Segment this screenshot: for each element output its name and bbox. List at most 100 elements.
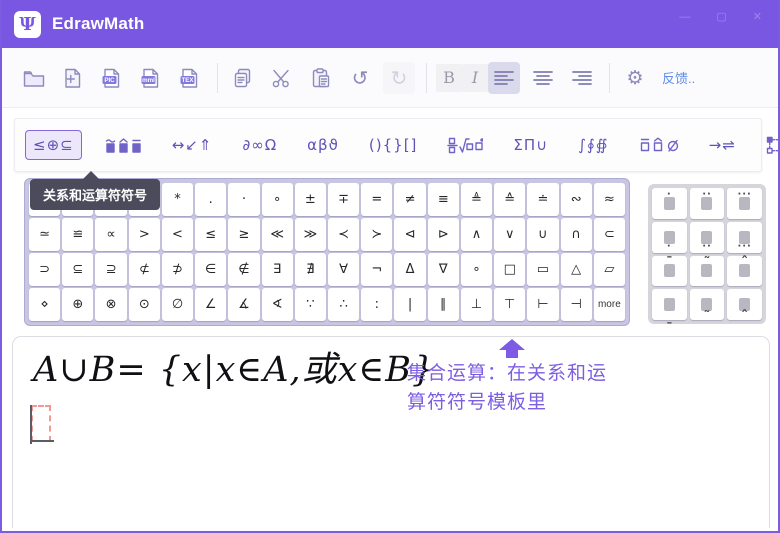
equation-canvas[interactable]: A∪B= {x|x∈A,或x∈B} 集合运算：在关系和运 算符符号模板里 xyxy=(12,336,770,528)
copy-button[interactable] xyxy=(227,62,259,94)
symbol-cell[interactable]: ▭ xyxy=(527,253,558,286)
symbol-cell[interactable]: ∪ xyxy=(527,218,558,251)
dot-above-template[interactable]: · xyxy=(652,188,687,219)
close-icon[interactable]: ✕ xyxy=(753,12,762,23)
triple-dot-below-template[interactable]: ··· xyxy=(727,222,762,253)
maximize-icon[interactable]: ▢ xyxy=(716,12,726,23)
export-pic-button[interactable]: PIC xyxy=(96,62,128,94)
symbol-cell[interactable]: ▱ xyxy=(594,253,625,286)
symbol-cell[interactable]: △ xyxy=(561,253,592,286)
symbol-cell[interactable]: ∥ xyxy=(428,288,459,321)
italic-button[interactable]: I xyxy=(462,64,488,92)
symbol-cell[interactable]: ≫ xyxy=(295,218,326,251)
tab-relations-operators[interactable]: ≤⊕⊆ xyxy=(25,130,82,160)
symbol-cell[interactable]: ⊅ xyxy=(162,253,193,286)
tab-matrix[interactable] xyxy=(758,130,780,161)
bold-button[interactable]: B xyxy=(436,64,462,92)
symbol-cell[interactable]: ⊤ xyxy=(494,288,525,321)
symbol-cell[interactable]: · xyxy=(228,183,259,216)
export-tex-button[interactable]: TEX xyxy=(174,62,206,94)
align-left-button[interactable] xyxy=(488,62,520,94)
symbol-cell[interactable]: ⊇ xyxy=(95,253,126,286)
symbol-cell[interactable]: ± xyxy=(295,183,326,216)
symbol-cell[interactable]: ¬ xyxy=(361,253,392,286)
tab-big-operators[interactable]: ΣΠ∪ xyxy=(505,130,556,160)
dot-below-template[interactable]: · xyxy=(652,222,687,253)
feedback-button[interactable]: 反馈.. xyxy=(662,68,695,87)
symbol-cell[interactable]: ∀ xyxy=(328,253,359,286)
symbol-cell[interactable]: ≈ xyxy=(594,183,625,216)
symbol-cell[interactable]: ⊲ xyxy=(394,218,425,251)
symbol-cell[interactable]: ≙ xyxy=(494,183,525,216)
symbol-cell[interactable]: ⊄ xyxy=(129,253,160,286)
symbol-cell[interactable]: ≤ xyxy=(195,218,226,251)
symbol-cell[interactable]: ∃ xyxy=(262,253,293,286)
symbol-cell[interactable]: | xyxy=(394,288,425,321)
symbol-cell[interactable]: ≪ xyxy=(262,218,293,251)
symbol-cell[interactable]: ∇ xyxy=(428,253,459,286)
symbol-cell[interactable]: ∘ xyxy=(461,253,492,286)
tab-accents[interactable] xyxy=(96,132,150,159)
redo-button[interactable]: ↻ xyxy=(383,62,415,94)
tab-fractions-radicals[interactable] xyxy=(439,131,491,160)
symbol-cell[interactable]: ∘ xyxy=(262,183,293,216)
symbol-cell[interactable]: ≥ xyxy=(228,218,259,251)
symbol-cell[interactable]: ⊕ xyxy=(62,288,93,321)
tab-arrows[interactable]: ↔↙⇑ xyxy=(164,130,221,160)
bar-above-template[interactable]: ˉ xyxy=(652,256,687,287)
triple-dot-above-template[interactable]: ··· xyxy=(727,188,762,219)
symbol-cell[interactable]: ≐ xyxy=(527,183,558,216)
symbol-cell[interactable]: ∉ xyxy=(228,253,259,286)
symbol-cell[interactable]: ∢ xyxy=(262,288,293,321)
tab-arrow-decorations[interactable]: →⇌ xyxy=(701,130,744,160)
symbol-cell[interactable]: ≻ xyxy=(361,218,392,251)
symbol-cell[interactable]: ⊥ xyxy=(461,288,492,321)
empty-slot-placeholder[interactable] xyxy=(31,405,51,442)
symbol-cell[interactable]: ⊗ xyxy=(95,288,126,321)
cut-button[interactable] xyxy=(266,62,298,94)
symbol-cell[interactable]: ≺ xyxy=(328,218,359,251)
paste-button[interactable] xyxy=(305,62,337,94)
symbol-cell[interactable]: > xyxy=(129,218,160,251)
symbol-cell[interactable]: ⊙ xyxy=(129,288,160,321)
bar-below-template[interactable]: ˍ xyxy=(652,289,687,320)
symbol-cell[interactable]: ≜ xyxy=(461,183,492,216)
symbol-cell[interactable]: ≌ xyxy=(62,218,93,251)
symbol-cell[interactable]: ∵ xyxy=(295,288,326,321)
symbol-cell[interactable]: . xyxy=(195,183,226,216)
symbol-cell[interactable]: ≡ xyxy=(428,183,459,216)
symbol-cell[interactable]: ∴ xyxy=(328,288,359,321)
symbol-cell[interactable]: ⊃ xyxy=(29,253,60,286)
tab-greek-letters[interactable]: αβϑ xyxy=(299,130,347,160)
settings-button[interactable]: ⚙ xyxy=(619,62,651,94)
tab-misc-symbols[interactable]: ∂∞Ω xyxy=(234,130,285,160)
equation-text[interactable]: A∪B= {x|x∈A,或x∈B} xyxy=(33,341,435,392)
symbol-cell[interactable]: ∝ xyxy=(95,218,126,251)
symbol-cell[interactable]: = xyxy=(361,183,392,216)
symbol-cell[interactable]: ⊳ xyxy=(428,218,459,251)
symbol-cell[interactable]: ∅ xyxy=(162,288,193,321)
tilde-above-template[interactable]: ˜ xyxy=(690,256,725,287)
symbol-cell[interactable]: ∾ xyxy=(561,183,592,216)
symbol-cell[interactable]: ∈ xyxy=(195,253,226,286)
double-dot-above-template[interactable]: ·· xyxy=(690,188,725,219)
symbol-cell[interactable]: Δ xyxy=(394,253,425,286)
tab-brackets[interactable]: (){}[] xyxy=(361,130,426,160)
symbol-cell[interactable]: ∡ xyxy=(228,288,259,321)
symbol-cell[interactable]: ∠ xyxy=(195,288,226,321)
hat-below-template[interactable]: ˆ xyxy=(727,289,762,320)
undo-button[interactable]: ↺ xyxy=(344,62,376,94)
tab-decorations[interactable] xyxy=(631,131,687,159)
symbol-cell[interactable]: : xyxy=(361,288,392,321)
align-right-button[interactable] xyxy=(566,62,598,94)
symbol-cell[interactable]: ∨ xyxy=(494,218,525,251)
more-symbols-button[interactable]: more xyxy=(594,288,625,321)
hat-above-template[interactable]: ˆ xyxy=(727,256,762,287)
symbol-cell[interactable]: ≠ xyxy=(394,183,425,216)
align-center-button[interactable] xyxy=(527,62,559,94)
open-file-button[interactable] xyxy=(18,62,50,94)
export-mml-button[interactable]: mml xyxy=(135,62,167,94)
symbol-cell[interactable]: * xyxy=(162,183,193,216)
new-file-button[interactable] xyxy=(57,62,89,94)
double-dot-below-template[interactable]: ·· xyxy=(690,222,725,253)
